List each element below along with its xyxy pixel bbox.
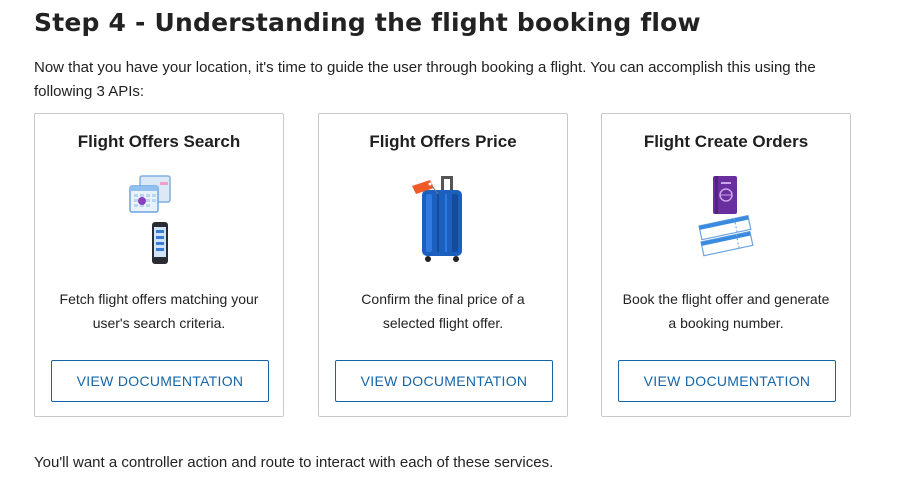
card-description: Fetch flight offers matching your user's… [59, 291, 259, 331]
card-description: Confirm the final price of a selected fl… [361, 291, 525, 331]
passport-ticket-icon [698, 176, 754, 257]
view-documentation-button[interactable]: VIEW DOCUMENTATION [335, 360, 553, 402]
view-documentation-button[interactable]: VIEW DOCUMENTATION [51, 360, 269, 402]
intro-paragraph: Now that you have your location, it's ti… [34, 59, 816, 100]
search-calendar-phone-icon [129, 175, 171, 264]
card-title: Flight Offers Search [77, 132, 241, 151]
card-title: Flight Create Orders [643, 132, 809, 151]
luggage-price-tag-icon [412, 176, 462, 262]
outro-paragraph: You'll want a controller action and rout… [34, 454, 554, 471]
view-documentation-button[interactable]: VIEW DOCUMENTATION [618, 360, 836, 402]
page-title: Step 4 - Understanding the flight bookin… [34, 8, 701, 37]
card-flight-offers-price: Flight Offers Price Confirm the final pr… [318, 113, 568, 417]
card-flight-create-orders: Flight Create Orders Book the flight off… [601, 113, 851, 417]
card-flight-offers-search: Flight Offers Search Fetch flight offers… [34, 113, 284, 417]
card-description: Book the flight offer and generate a boo… [622, 291, 830, 331]
card-title: Flight Offers Price [369, 132, 517, 151]
